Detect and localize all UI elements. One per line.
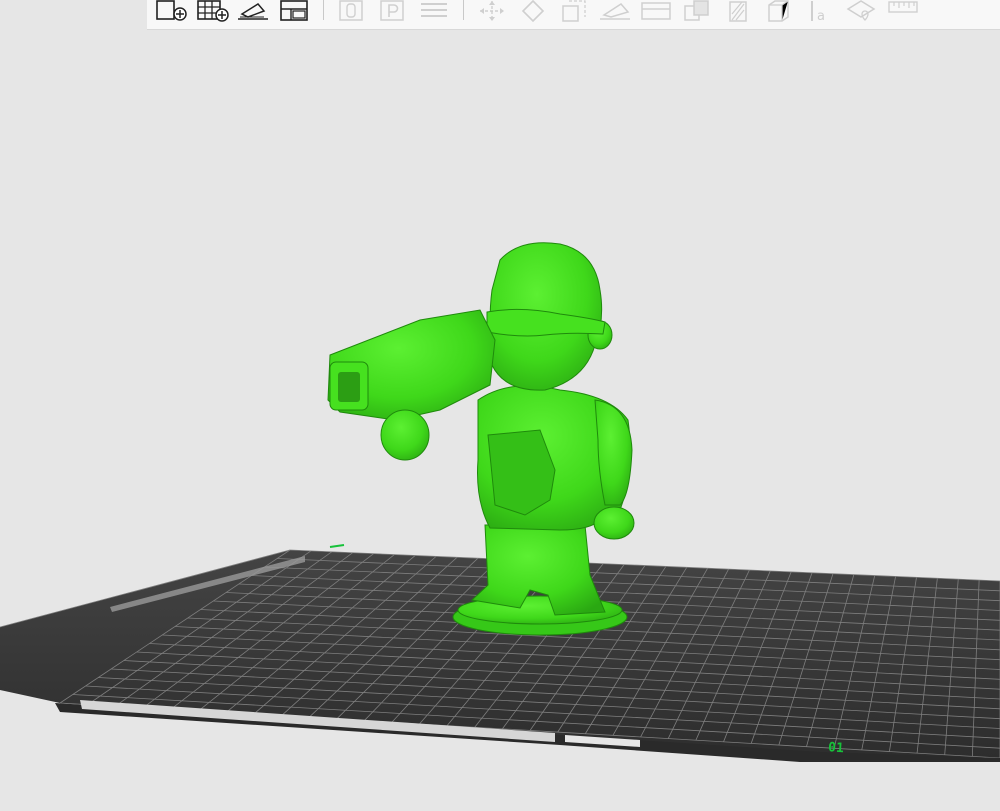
toolbar-separator xyxy=(323,0,324,20)
cut-button[interactable] xyxy=(639,0,673,22)
lay-on-face-button[interactable] xyxy=(598,0,632,22)
orient-button[interactable] xyxy=(335,0,369,22)
support-paint-button[interactable] xyxy=(721,0,755,22)
text-button[interactable]: a xyxy=(803,0,837,22)
text-icon: a xyxy=(811,1,825,22)
boolean-icon xyxy=(684,0,709,21)
plate-button[interactable] xyxy=(376,0,410,22)
add-instances-button[interactable] xyxy=(195,0,229,22)
scale-icon xyxy=(562,0,586,22)
move-icon xyxy=(480,1,504,21)
model-right-fist xyxy=(593,506,635,540)
layers-button[interactable] xyxy=(417,0,451,22)
plate-icon xyxy=(380,0,404,21)
add-object-icon xyxy=(156,0,187,21)
svg-text:a: a xyxy=(817,9,825,22)
3d-viewport[interactable]: 01 xyxy=(0,29,1000,811)
rotate-button[interactable] xyxy=(516,0,550,22)
layout-icon xyxy=(280,0,308,21)
add-grid-icon xyxy=(197,0,229,22)
arrange-button[interactable] xyxy=(236,0,270,22)
orient-icon xyxy=(339,0,363,21)
color-paint-icon xyxy=(846,0,876,21)
model-launcher-muzzle-opening xyxy=(338,372,360,402)
add-object-button[interactable] xyxy=(154,0,188,22)
model-chest-rig xyxy=(487,429,556,516)
boolean-button[interactable] xyxy=(680,0,714,22)
toolbar-separator xyxy=(463,0,464,20)
split-layout-button[interactable] xyxy=(277,0,311,22)
support-paint-icon xyxy=(729,1,747,22)
color-paint-button[interactable] xyxy=(844,0,878,22)
seam-paint-button[interactable] xyxy=(762,0,796,22)
scale-button[interactable] xyxy=(557,0,591,22)
cut-icon xyxy=(641,2,671,20)
rotate-icon xyxy=(521,0,545,22)
plate-number: 01 xyxy=(828,740,845,756)
lay-on-face-icon xyxy=(600,3,630,20)
measure-icon xyxy=(888,1,918,13)
seam-paint-icon xyxy=(768,0,789,22)
plate-origin-marker xyxy=(329,544,345,548)
top-toolbar: a xyxy=(147,0,1000,30)
layers-icon xyxy=(421,3,447,17)
measure-button[interactable] xyxy=(885,0,919,22)
move-button[interactable] xyxy=(475,0,509,22)
arrange-icon xyxy=(238,3,268,20)
model-left-hand xyxy=(380,409,430,461)
